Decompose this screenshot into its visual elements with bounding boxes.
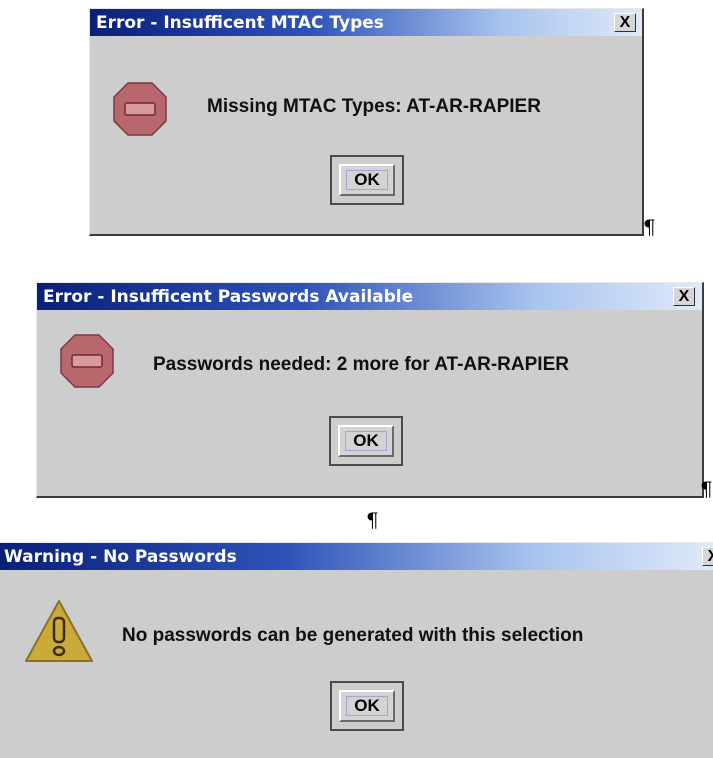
dialog-title: Warning - No Passwords [4, 547, 237, 567]
ok-button[interactable]: OK [338, 425, 394, 457]
title-bar[interactable]: Error - Insufficent MTAC Types X [90, 9, 642, 36]
ok-button-focus-frame: OK [330, 681, 404, 731]
title-bar[interactable]: Error - Insufficent Passwords Available … [37, 283, 702, 310]
dialog-title: Error - Insufficent MTAC Types [96, 13, 384, 33]
stop-icon [60, 334, 114, 388]
title-bar[interactable]: Warning - No Passwords X [0, 543, 713, 570]
warning-dialog-no-passwords: Warning - No Passwords X No passwords ca… [0, 542, 713, 758]
ok-button-label: OK [346, 696, 388, 716]
ok-button-focus-frame: OK [330, 155, 404, 205]
close-button[interactable]: X [673, 287, 695, 306]
pilcrow-mark: ¶ [643, 215, 656, 239]
ok-button[interactable]: OK [339, 164, 395, 196]
ok-button-focus-frame: OK [329, 416, 403, 466]
dialog-title: Error - Insufficent Passwords Available [43, 287, 414, 307]
close-button[interactable]: X [614, 13, 636, 32]
dialog-message: Missing MTAC Types: AT-AR-RAPIER [207, 96, 541, 117]
close-button[interactable]: X [702, 547, 713, 566]
ok-button[interactable]: OK [339, 690, 395, 722]
dialog-message: No passwords can be generated with this … [122, 625, 584, 646]
ok-button-label: OK [346, 170, 388, 190]
stop-icon [113, 82, 167, 136]
pilcrow-mark: ¶ [366, 508, 379, 532]
warning-icon [25, 600, 93, 662]
error-dialog-passwords-available: Error - Insufficent Passwords Available … [36, 282, 704, 498]
dialog-message: Passwords needed: 2 more for AT-AR-RAPIE… [153, 354, 569, 375]
error-dialog-mtac-types: Error - Insufficent MTAC Types X Missing… [89, 8, 644, 236]
pilcrow-mark: ¶ [700, 477, 713, 501]
ok-button-label: OK [345, 431, 387, 451]
